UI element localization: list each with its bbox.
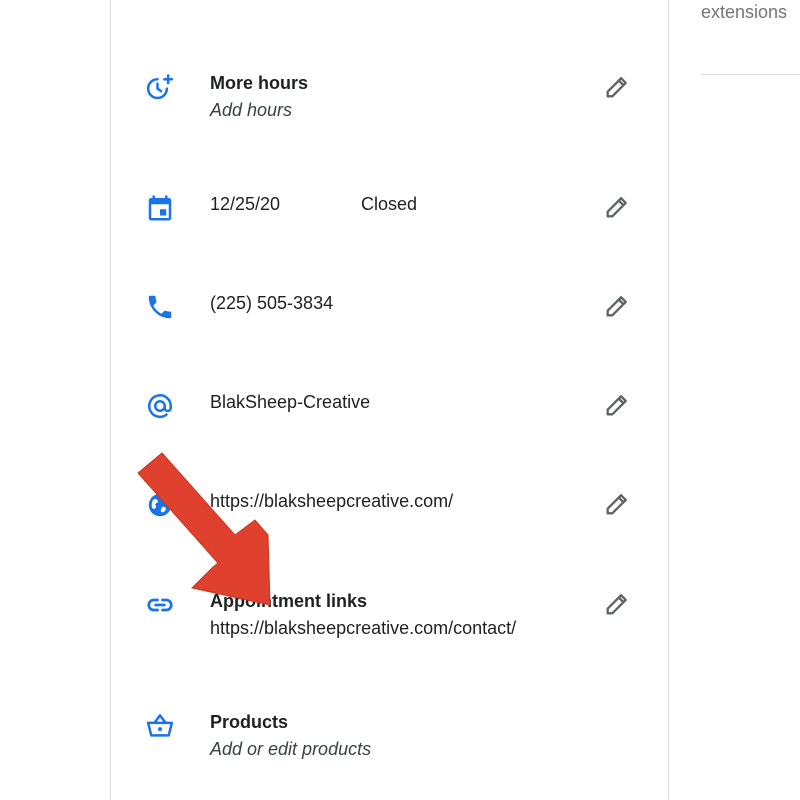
edit-short-name-button[interactable] (600, 388, 634, 422)
globe-icon (144, 489, 176, 521)
pencil-icon (606, 296, 627, 317)
short-name-value: BlakSheep-Creative (210, 392, 371, 412)
phone-icon (144, 291, 176, 323)
schedule-add-icon (144, 72, 176, 104)
website-url: https://blaksheepcreative.com/ (210, 491, 454, 511)
special-hours-row[interactable]: 12/25/20 Closed (110, 190, 669, 226)
basket-icon (144, 710, 176, 742)
products-title: Products (210, 712, 289, 732)
extensions-label: extensions (701, 2, 788, 22)
appointment-links-title: Appointment links (210, 591, 367, 611)
phone-number: (225) 505-3834 (210, 293, 334, 313)
website-row[interactable]: https://blaksheepcreative.com/ (110, 487, 669, 523)
more-hours-title: More hours (210, 73, 309, 93)
link-icon (144, 589, 176, 621)
more-hours-row[interactable]: More hours Add hours (110, 68, 669, 128)
calendar-icon (144, 192, 176, 224)
edit-appointment-links-button[interactable] (600, 587, 634, 621)
phone-row[interactable]: (225) 505-3834 (110, 289, 669, 325)
pencil-icon (606, 594, 627, 615)
edit-more-hours-button[interactable] (600, 70, 634, 104)
edit-special-hours-button[interactable] (600, 190, 634, 224)
edit-website-button[interactable] (600, 487, 634, 521)
divider (701, 74, 800, 75)
pencil-icon (606, 494, 627, 515)
pencil-icon (606, 395, 627, 416)
edit-phone-button[interactable] (600, 289, 634, 323)
add-hours-text: Add hours (210, 100, 293, 120)
pencil-icon (606, 197, 627, 218)
right-panel: extensions (669, 0, 800, 800)
appointment-url: https://blaksheepcreative.com/contact/ (210, 618, 517, 638)
pencil-icon (606, 77, 627, 98)
add-products-text: Add or edit products (210, 739, 372, 759)
products-row[interactable]: Products Add or edit products (110, 708, 669, 768)
special-status: Closed (361, 194, 418, 214)
appointment-links-row[interactable]: Appointment links https://blaksheepcreat… (110, 587, 669, 647)
short-name-row[interactable]: BlakSheep-Creative (110, 388, 669, 424)
left-gutter (0, 0, 110, 800)
at-sign-icon (144, 390, 176, 422)
special-date: 12/25/20 (210, 194, 281, 214)
